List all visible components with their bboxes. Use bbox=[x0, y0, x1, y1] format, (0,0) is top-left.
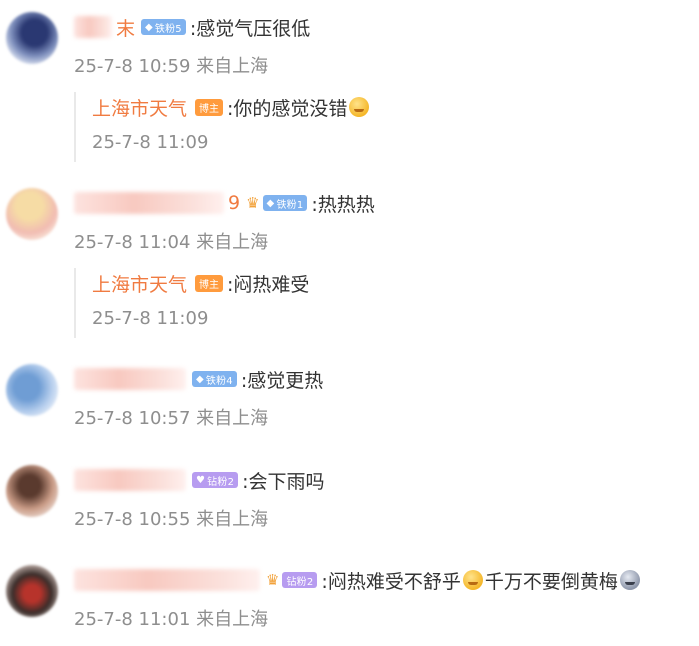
username-tail[interactable]: 末 bbox=[116, 14, 135, 41]
fan-badge: ◆ 铁粉5 bbox=[141, 19, 186, 35]
avatar[interactable] bbox=[6, 565, 58, 617]
avatar[interactable] bbox=[6, 364, 58, 416]
avatar[interactable] bbox=[6, 465, 58, 517]
host-badge: 博主 bbox=[195, 98, 224, 116]
username-blurred[interactable] bbox=[74, 192, 224, 214]
crown-icon: ♛ bbox=[266, 571, 280, 589]
username-tail[interactable]: 9 bbox=[228, 192, 240, 214]
avatar[interactable] bbox=[6, 188, 58, 240]
username-blurred[interactable] bbox=[74, 469, 186, 491]
diamond-icon: ◆ bbox=[145, 21, 153, 33]
fan-badge: 钻粉2 bbox=[282, 572, 318, 588]
avatar[interactable] bbox=[6, 12, 58, 64]
comment-meta: 25-7-8 10:55 来自上海 bbox=[74, 509, 269, 530]
reply-meta: 25-7-8 11:09 bbox=[92, 132, 209, 153]
reply-text: :闷热难受 bbox=[227, 273, 310, 296]
username-blurred[interactable] bbox=[74, 368, 186, 390]
username-blurred[interactable] bbox=[74, 569, 260, 591]
diamond-icon: ◆ bbox=[196, 373, 204, 385]
comment-text: :热热热 bbox=[311, 193, 375, 216]
thinking-emoji-icon bbox=[349, 97, 370, 117]
comment-meta: 25-7-8 11:04 来自上海 bbox=[74, 232, 269, 253]
reply-author[interactable]: 上海市天气 bbox=[92, 94, 187, 121]
reply-meta: 25-7-8 11:09 bbox=[92, 308, 209, 329]
reply-author[interactable]: 上海市天气 bbox=[92, 270, 187, 297]
diamond-icon: ◆ bbox=[266, 197, 275, 209]
comment-text-continued: 千万不要倒黄梅 bbox=[484, 570, 618, 593]
comment-text: :感觉更热 bbox=[240, 369, 324, 392]
crown-icon: ♛ bbox=[246, 194, 260, 212]
username-blurred[interactable] bbox=[74, 16, 112, 38]
fan-badge: ◆ 铁粉1 bbox=[262, 195, 308, 211]
comment-meta: 25-7-8 10:59 来自上海 bbox=[74, 56, 269, 77]
comment-text: :闷热难受不舒乎 bbox=[321, 570, 461, 593]
sweat-smile-emoji-icon bbox=[462, 570, 483, 590]
scared-emoji-icon bbox=[619, 570, 640, 590]
comment-text: :会下雨吗 bbox=[242, 470, 325, 493]
fan-badge: ◆ 铁粉4 bbox=[192, 371, 237, 387]
comment-meta: 25-7-8 11:01 来自上海 bbox=[74, 609, 269, 630]
heart-icon: ♥ bbox=[196, 474, 206, 486]
reply-item: 上海市天气 博主 :你的感觉没错 25-7-8 11:09 bbox=[74, 92, 676, 162]
fan-badge: ♥ 钻粉2 bbox=[192, 472, 239, 488]
reply-item: 上海市天气 博主 :闷热难受 25-7-8 11:09 bbox=[74, 268, 676, 338]
host-badge: 博主 bbox=[195, 274, 224, 292]
comment-text: :感觉气压很低 bbox=[189, 17, 311, 40]
reply-text: :你的感觉没错 bbox=[227, 97, 348, 120]
comment-meta: 25-7-8 10:57 来自上海 bbox=[74, 408, 269, 429]
